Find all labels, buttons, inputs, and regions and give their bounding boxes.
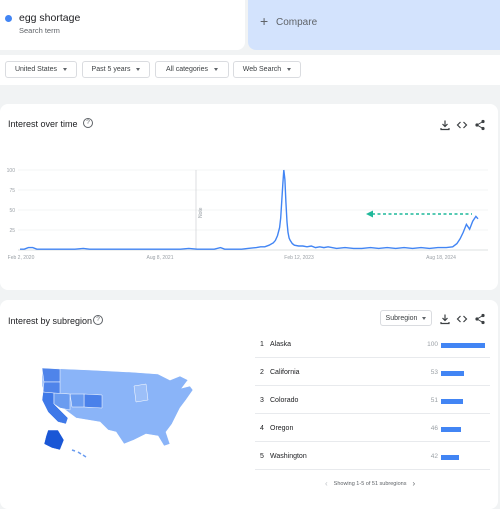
interest-by-subregion-title: Interest by subregion [8,316,93,326]
subregion-bar-track [441,371,485,376]
search-type-filter[interactable]: Web Search [233,61,301,78]
subregion-row[interactable]: 2 California 53 [255,359,490,386]
state-colorado[interactable] [83,393,103,409]
y-tick-label: 100 [7,168,16,174]
subregion-bar-track [441,343,485,348]
rank-number: 3 [260,397,264,404]
subregion-bar [441,427,462,432]
share-icon[interactable] [474,313,486,325]
x-tick-label: Feb 2, 2020 [8,255,35,261]
subregion-row[interactable]: 3 Colorado 51 [255,387,490,414]
subregion-bar-track [441,455,485,460]
rank-number: 2 [260,369,264,376]
y-axis-ticks: 100 75 50 25 [7,168,16,234]
subregion-name: Washington [270,453,307,460]
x-tick-label: Aug 18, 2024 [426,255,456,261]
interest-over-time-card: Interest over time ? 100 75 50 25 Feb 2, 20… [0,104,498,290]
term-color-dot [5,15,12,22]
x-tick-label: Aug 8, 2021 [147,255,174,261]
next-page-icon[interactable]: › [412,479,415,488]
rank-number: 5 [260,453,264,460]
category-filter[interactable]: All categories [155,61,229,78]
caret-down-icon [63,68,68,71]
subregion-value: 51 [430,397,438,404]
caret-down-icon [422,316,427,320]
series-line [20,169,479,250]
note-label[interactable]: Note [198,207,204,218]
state-hawaii[interactable] [71,449,87,458]
state-washington[interactable] [41,367,61,383]
caret-down-icon [136,68,141,71]
previous-page-icon[interactable]: ‹ [325,479,328,488]
category-filter-label: All categories [165,66,209,73]
search-term-subtitle: Search term [19,26,60,35]
caret-down-icon [214,68,219,71]
search-term-name[interactable]: egg shortage [19,12,80,24]
y-tick-label: 25 [9,228,15,234]
region-filter-label: United States [14,66,58,73]
subregion-value: 100 [427,341,438,348]
subregion-name: Oregon [270,425,294,432]
subregion-value: 42 [430,453,438,460]
state-alaska[interactable] [43,429,65,451]
time-filter[interactable]: Past 5 years [82,61,150,78]
subregion-bar [441,371,465,376]
annotation-arrow [366,210,472,218]
embed-icon[interactable] [456,313,468,325]
subregion-row[interactable]: 5 Washington 42 [255,443,490,470]
region-filter[interactable]: United States [5,61,77,78]
compare-button[interactable]: + Compare [248,0,500,50]
filter-bar: United States Past 5 years All categorie… [0,55,500,85]
y-tick-label: 75 [9,188,15,194]
state-utah[interactable] [69,393,85,408]
help-icon[interactable]: ? [93,315,103,325]
subregion-bar [441,399,464,404]
subregion-bar [441,455,460,460]
x-axis-ticks: Feb 2, 2020 Aug 8, 2021 Feb 12, 2023 Aug 18… [8,255,456,261]
interest-chart[interactable]: 100 75 50 25 Feb 2, 2020 Aug 8, 2021 Feb 12, … [0,104,498,290]
subregion-bar [441,343,485,348]
subregion-value: 53 [430,369,438,376]
state-midwest[interactable] [133,383,149,403]
subregion-name: California [270,369,300,376]
subregion-dropdown[interactable]: Subregion [380,310,432,326]
download-icon[interactable] [439,313,451,325]
rank-number: 4 [260,425,264,432]
subregion-bar-track [441,399,485,404]
x-tick-label: Feb 12, 2023 [284,255,314,261]
chart-grid [18,169,488,251]
subregion-dropdown-label: Subregion [385,314,418,322]
caret-down-icon [287,68,292,71]
search-term-card[interactable]: egg shortage Search term [0,0,245,50]
subregion-value: 46 [430,425,438,432]
pagination: ‹ Showing 1-5 of 51 subregions › [325,479,415,488]
rank-number: 1 [260,341,264,348]
search-type-filter-label: Web Search [242,66,282,73]
us-subregion-map[interactable] [30,360,205,460]
subregion-bar-track [441,427,485,432]
y-tick-label: 50 [9,208,15,214]
subregion-name: Alaska [270,341,292,348]
pagination-text: Showing 1-5 of 51 subregions [333,480,407,487]
compare-label: Compare [276,17,318,28]
subregion-row[interactable]: 4 Oregon 46 [255,415,490,442]
interest-by-subregion-card: Interest by subregion ? Subregion 1 Alask… [0,300,498,509]
subregion-name: Colorado [270,397,299,404]
subregion-row[interactable]: 1 Alaska 100 [255,331,490,358]
time-filter-label: Past 5 years [91,66,131,73]
plus-icon: + [260,13,269,29]
